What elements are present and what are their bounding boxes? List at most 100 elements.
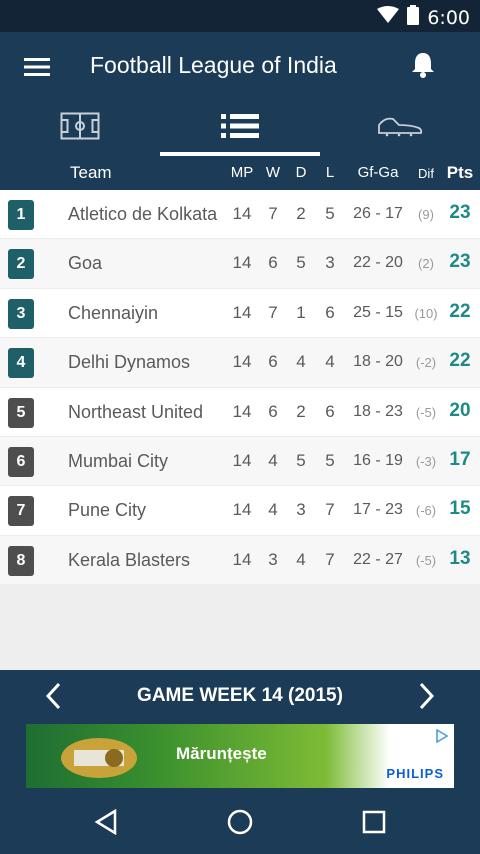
draws: 1 <box>296 302 306 322</box>
ad-product-image <box>54 728 144 784</box>
team-name: Northeast United <box>68 401 204 422</box>
system-nav-bar <box>0 790 480 854</box>
table-row[interactable]: 4 Delhi Dynamos 14 6 4 4 18 - 20 (-2) 22 <box>0 338 480 388</box>
header-l: L <box>325 164 335 181</box>
table-row[interactable]: 8 Kerala Blasters 14 3 4 7 22 - 27 (-5) … <box>0 535 480 586</box>
goals-for-against: 26 - 17 <box>353 205 403 222</box>
game-week-title: GAME WEEK 14 (2015) <box>137 685 343 706</box>
game-week-bar: GAME WEEK 14 (2015) <box>0 670 480 722</box>
matches-played: 14 <box>232 302 252 322</box>
header-gfga: Gf-Ga <box>357 164 399 181</box>
table-row[interactable]: 5 Northeast United 14 6 2 6 18 - 23 (-5)… <box>0 387 480 437</box>
app-title: Football League of India <box>90 52 337 78</box>
header-d: D <box>295 164 307 181</box>
table-row[interactable]: 2 Goa 14 6 5 3 22 - 20 (2) 23 <box>0 239 480 289</box>
bell-icon[interactable] <box>406 48 440 82</box>
wins: 3 <box>268 549 278 569</box>
matches-played: 14 <box>232 450 252 470</box>
goal-difference: (9) <box>418 207 434 222</box>
goals-for-against: 18 - 20 <box>353 353 403 371</box>
losses: 6 <box>325 401 335 421</box>
goals-for-against: 25 - 15 <box>353 303 403 321</box>
table-row[interactable]: 7 Pune City 14 4 3 7 17 - 23 (-6) 15 <box>0 486 480 536</box>
team-name: Atletico de Kolkata <box>68 204 218 224</box>
team-name: Goa <box>68 253 103 274</box>
wins: 7 <box>268 204 278 223</box>
goal-difference: (-6) <box>415 503 437 519</box>
ad-banner[interactable]: Mărunțește PHILIPS <box>26 724 454 788</box>
team-name: Mumbai City <box>68 450 169 471</box>
tab-matches[interactable] <box>0 100 160 156</box>
chevron-right-icon[interactable] <box>412 678 442 714</box>
header-dif: Dif <box>418 166 434 181</box>
pitch-icon <box>60 112 100 145</box>
points: 15 <box>449 498 471 520</box>
goal-difference: (-5) <box>415 404 437 420</box>
wins: 6 <box>268 352 278 372</box>
team-name: Kerala Blasters <box>68 549 191 570</box>
matches-played: 14 <box>232 549 252 569</box>
menu-icon[interactable] <box>20 50 54 84</box>
position-badge: 5 <box>8 397 34 428</box>
draws: 4 <box>296 352 306 372</box>
goal-difference: (-2) <box>415 355 437 371</box>
wins: 7 <box>268 302 278 322</box>
position-badge: 1 <box>8 200 34 230</box>
draws: 2 <box>296 204 306 223</box>
losses: 5 <box>325 204 335 223</box>
ad-choices-icon[interactable] <box>432 727 450 745</box>
tab-standings[interactable] <box>160 100 320 156</box>
losses: 6 <box>325 302 335 322</box>
wins: 6 <box>268 401 278 421</box>
points: 23 <box>449 202 471 223</box>
boot-icon <box>377 115 423 142</box>
app-bar: Football League of India <box>0 32 480 100</box>
goals-for-against: 22 - 27 <box>353 550 403 568</box>
draws: 2 <box>296 401 306 421</box>
header-pts: Pts <box>446 163 474 182</box>
goals-for-against: 22 - 20 <box>353 254 403 272</box>
back-icon[interactable] <box>86 804 126 840</box>
standings-header: Team MP W D L Gf-Ga Dif Pts <box>0 156 480 190</box>
header-mp: MP <box>230 164 254 181</box>
recents-icon[interactable] <box>354 804 394 840</box>
table-row[interactable]: 3 Chennaiyin 14 7 1 6 25 - 15 (10) 22 <box>0 288 480 339</box>
draws: 5 <box>296 450 306 470</box>
losses: 3 <box>325 253 335 273</box>
goal-difference: (-5) <box>415 552 437 568</box>
position-badge: 6 <box>8 446 34 477</box>
table-row[interactable]: 6 Mumbai City 14 4 5 5 16 - 19 (-3) 17 <box>0 436 480 487</box>
matches-played: 14 <box>232 204 252 223</box>
tab-bar <box>0 100 480 156</box>
status-time: 6:00 <box>427 7 470 29</box>
table-row[interactable]: 1 Atletico de Kolkata 14 7 2 5 26 - 17 (… <box>0 190 480 240</box>
team-name: Delhi Dynamos <box>68 352 191 373</box>
goal-difference: (2) <box>418 256 434 272</box>
draws: 5 <box>296 253 306 273</box>
losses: 7 <box>325 500 335 520</box>
tab-scorers[interactable] <box>320 100 480 156</box>
goal-difference: (10) <box>414 305 438 321</box>
position-badge: 2 <box>8 249 34 280</box>
points: 13 <box>449 547 471 569</box>
header-w: W <box>265 164 281 181</box>
standings-table: 1 Atletico de Kolkata 14 7 2 5 26 - 17 (… <box>0 190 480 586</box>
points: 17 <box>449 448 471 470</box>
battery-icon <box>407 5 420 31</box>
status-bar: 6:00 <box>0 0 480 32</box>
matches-played: 14 <box>232 401 252 421</box>
goals-for-against: 17 - 23 <box>353 501 403 519</box>
home-icon[interactable] <box>220 804 260 840</box>
points: 22 <box>449 300 471 322</box>
points: 23 <box>449 251 471 273</box>
draws: 3 <box>296 500 306 520</box>
position-badge: 4 <box>8 348 34 379</box>
ad-text: Mărunțește <box>176 744 267 763</box>
position-badge: 7 <box>8 496 34 527</box>
losses: 5 <box>325 450 335 470</box>
matches-played: 14 <box>232 253 252 273</box>
standings-list-icon <box>221 113 259 144</box>
ad-area: Mărunțește PHILIPS <box>0 722 480 790</box>
points: 22 <box>449 350 471 372</box>
position-badge: 8 <box>8 545 34 576</box>
